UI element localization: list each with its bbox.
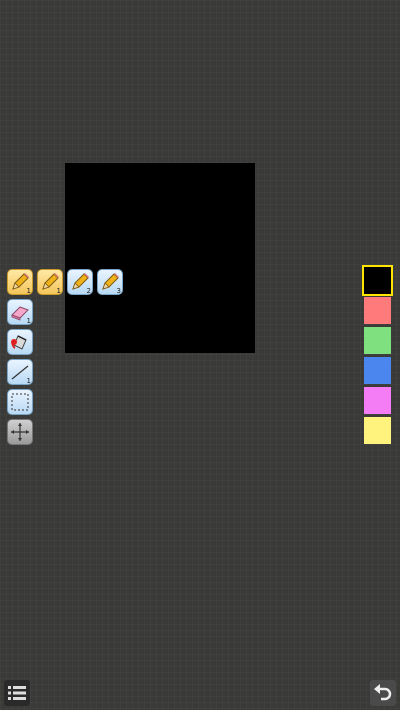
eraser-button[interactable]: 1 [7, 299, 33, 325]
pencil-size-1-button[interactable]: 1 [7, 269, 33, 295]
color-swatch-yellow[interactable] [364, 417, 391, 444]
drawing-canvas[interactable] [65, 163, 255, 353]
undo-icon [374, 684, 392, 701]
paint-bucket-icon [11, 335, 27, 350]
move-tool-button[interactable] [7, 419, 33, 445]
pencil-size-1b-button[interactable]: 1 [37, 269, 63, 295]
color-swatch-black[interactable] [362, 265, 393, 296]
color-swatch-pink[interactable] [364, 387, 391, 414]
list-icon [8, 686, 26, 700]
line-tool-button[interactable]: 1 [7, 359, 33, 385]
color-swatch-green[interactable] [364, 327, 391, 354]
pencil-size-2-button[interactable]: 2 [67, 269, 93, 295]
fill-bucket-button[interactable] [7, 329, 33, 355]
line-size-label: 1 [26, 377, 31, 385]
color-swatch-blue[interactable] [364, 357, 391, 384]
menu-button[interactable] [4, 680, 30, 706]
pencil-size-label: 1 [26, 287, 31, 295]
pencil-size-label: 1 [56, 287, 61, 295]
undo-button[interactable] [370, 680, 396, 706]
pencil-size-label: 2 [86, 287, 91, 295]
pencil-size-label: 3 [116, 287, 121, 295]
pencil-size-3-button[interactable]: 3 [97, 269, 123, 295]
color-swatch-red[interactable] [364, 297, 391, 324]
selection-tool-button[interactable] [7, 389, 33, 415]
dashed-rectangle-icon [11, 393, 29, 411]
move-arrows-icon [11, 423, 29, 441]
eraser-size-label: 1 [26, 317, 31, 325]
